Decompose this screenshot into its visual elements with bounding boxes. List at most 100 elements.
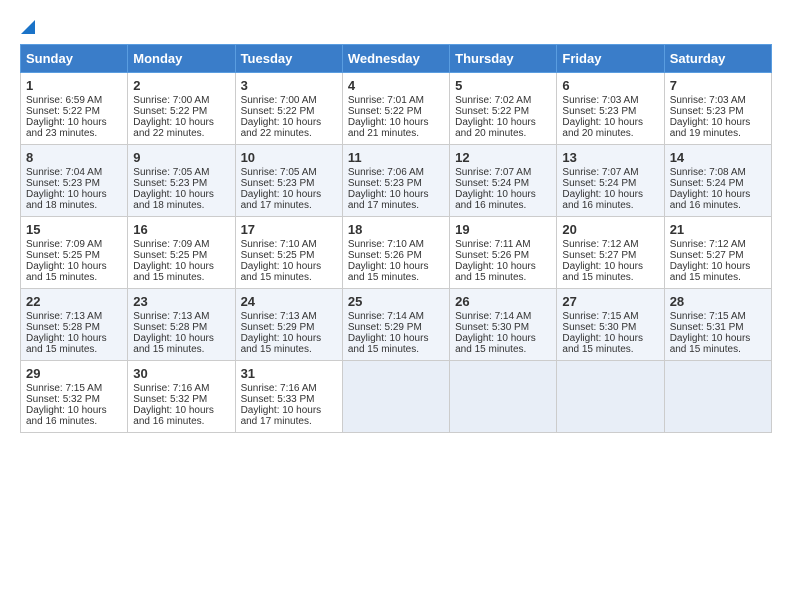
day-info: Daylight: 10 hours <box>455 189 551 200</box>
day-info: Sunrise: 7:00 AM <box>241 95 337 106</box>
day-info: and 20 minutes. <box>455 128 551 139</box>
day-info: Sunset: 5:23 PM <box>133 178 229 189</box>
day-info: Sunset: 5:22 PM <box>455 106 551 117</box>
week-row-2: 8Sunrise: 7:04 AMSunset: 5:23 PMDaylight… <box>21 145 772 217</box>
day-number: 15 <box>26 222 122 237</box>
day-info: Daylight: 10 hours <box>562 189 658 200</box>
day-number: 1 <box>26 78 122 93</box>
day-info: Sunset: 5:24 PM <box>455 178 551 189</box>
day-info: Daylight: 10 hours <box>133 333 229 344</box>
day-info: and 15 minutes. <box>241 272 337 283</box>
day-info: Sunrise: 7:14 AM <box>348 311 444 322</box>
calendar-cell <box>450 361 557 433</box>
day-info: Sunrise: 7:12 AM <box>562 239 658 250</box>
calendar-cell: 23Sunrise: 7:13 AMSunset: 5:28 PMDayligh… <box>128 289 235 361</box>
calendar-cell: 29Sunrise: 7:15 AMSunset: 5:32 PMDayligh… <box>21 361 128 433</box>
day-info: Sunset: 5:32 PM <box>133 394 229 405</box>
day-info: Sunrise: 6:59 AM <box>26 95 122 106</box>
day-info: Sunrise: 7:05 AM <box>241 167 337 178</box>
day-info: and 16 minutes. <box>562 200 658 211</box>
day-info: and 15 minutes. <box>562 344 658 355</box>
day-info: Daylight: 10 hours <box>241 189 337 200</box>
calendar-header: SundayMondayTuesdayWednesdayThursdayFrid… <box>21 45 772 73</box>
day-info: and 15 minutes. <box>241 344 337 355</box>
day-info: and 16 minutes. <box>455 200 551 211</box>
day-info: Sunrise: 7:00 AM <box>133 95 229 106</box>
day-info: and 18 minutes. <box>26 200 122 211</box>
calendar-cell: 1Sunrise: 6:59 AMSunset: 5:22 PMDaylight… <box>21 73 128 145</box>
day-number: 10 <box>241 150 337 165</box>
day-number: 2 <box>133 78 229 93</box>
day-info: Sunset: 5:23 PM <box>670 106 766 117</box>
day-number: 23 <box>133 294 229 309</box>
day-info: Sunset: 5:22 PM <box>241 106 337 117</box>
day-info: Daylight: 10 hours <box>670 261 766 272</box>
day-info: Sunset: 5:30 PM <box>562 322 658 333</box>
day-number: 12 <box>455 150 551 165</box>
day-info: and 17 minutes. <box>241 416 337 427</box>
day-info: Sunrise: 7:02 AM <box>455 95 551 106</box>
header-day-wednesday: Wednesday <box>342 45 449 73</box>
day-info: Sunset: 5:29 PM <box>348 322 444 333</box>
day-info: and 16 minutes. <box>133 416 229 427</box>
header-day-friday: Friday <box>557 45 664 73</box>
day-info: and 15 minutes. <box>562 272 658 283</box>
day-info: Sunset: 5:25 PM <box>133 250 229 261</box>
day-number: 25 <box>348 294 444 309</box>
day-info: and 17 minutes. <box>241 200 337 211</box>
calendar-cell: 9Sunrise: 7:05 AMSunset: 5:23 PMDaylight… <box>128 145 235 217</box>
day-info: Sunset: 5:24 PM <box>562 178 658 189</box>
calendar-cell: 8Sunrise: 7:04 AMSunset: 5:23 PMDaylight… <box>21 145 128 217</box>
day-info: Daylight: 10 hours <box>133 405 229 416</box>
calendar-table: SundayMondayTuesdayWednesdayThursdayFrid… <box>20 44 772 433</box>
calendar-cell: 4Sunrise: 7:01 AMSunset: 5:22 PMDaylight… <box>342 73 449 145</box>
day-info: Sunset: 5:31 PM <box>670 322 766 333</box>
day-info: Daylight: 10 hours <box>26 261 122 272</box>
day-info: Sunrise: 7:03 AM <box>562 95 658 106</box>
day-info: Sunrise: 7:13 AM <box>26 311 122 322</box>
header-day-saturday: Saturday <box>664 45 771 73</box>
day-info: Sunrise: 7:04 AM <box>26 167 122 178</box>
day-info: and 15 minutes. <box>670 272 766 283</box>
day-info: Sunset: 5:25 PM <box>26 250 122 261</box>
day-info: Sunrise: 7:01 AM <box>348 95 444 106</box>
day-info: Sunset: 5:26 PM <box>348 250 444 261</box>
day-info: Sunrise: 7:13 AM <box>133 311 229 322</box>
day-number: 24 <box>241 294 337 309</box>
day-info: and 15 minutes. <box>455 272 551 283</box>
day-info: Sunset: 5:22 PM <box>348 106 444 117</box>
day-info: Daylight: 10 hours <box>133 117 229 128</box>
day-info: Daylight: 10 hours <box>670 333 766 344</box>
day-number: 11 <box>348 150 444 165</box>
day-number: 9 <box>133 150 229 165</box>
day-info: and 15 minutes. <box>670 344 766 355</box>
day-info: and 22 minutes. <box>133 128 229 139</box>
day-info: Sunrise: 7:15 AM <box>26 383 122 394</box>
day-info: Daylight: 10 hours <box>455 333 551 344</box>
day-info: and 16 minutes. <box>670 200 766 211</box>
calendar-cell <box>342 361 449 433</box>
calendar-cell: 30Sunrise: 7:16 AMSunset: 5:32 PMDayligh… <box>128 361 235 433</box>
day-info: Sunrise: 7:08 AM <box>670 167 766 178</box>
calendar-cell <box>664 361 771 433</box>
day-info: Daylight: 10 hours <box>241 333 337 344</box>
day-info: Daylight: 10 hours <box>26 189 122 200</box>
day-number: 28 <box>670 294 766 309</box>
day-info: Sunset: 5:33 PM <box>241 394 337 405</box>
header <box>20 20 772 34</box>
day-number: 27 <box>562 294 658 309</box>
calendar-cell: 2Sunrise: 7:00 AMSunset: 5:22 PMDaylight… <box>128 73 235 145</box>
day-number: 17 <box>241 222 337 237</box>
day-number: 4 <box>348 78 444 93</box>
day-info: Daylight: 10 hours <box>455 117 551 128</box>
day-info: Sunrise: 7:15 AM <box>562 311 658 322</box>
day-info: Sunrise: 7:16 AM <box>241 383 337 394</box>
header-day-thursday: Thursday <box>450 45 557 73</box>
day-info: and 15 minutes. <box>133 344 229 355</box>
header-day-monday: Monday <box>128 45 235 73</box>
day-number: 16 <box>133 222 229 237</box>
day-info: Sunset: 5:24 PM <box>670 178 766 189</box>
day-info: Sunrise: 7:10 AM <box>241 239 337 250</box>
day-info: Sunset: 5:23 PM <box>348 178 444 189</box>
calendar-cell <box>557 361 664 433</box>
